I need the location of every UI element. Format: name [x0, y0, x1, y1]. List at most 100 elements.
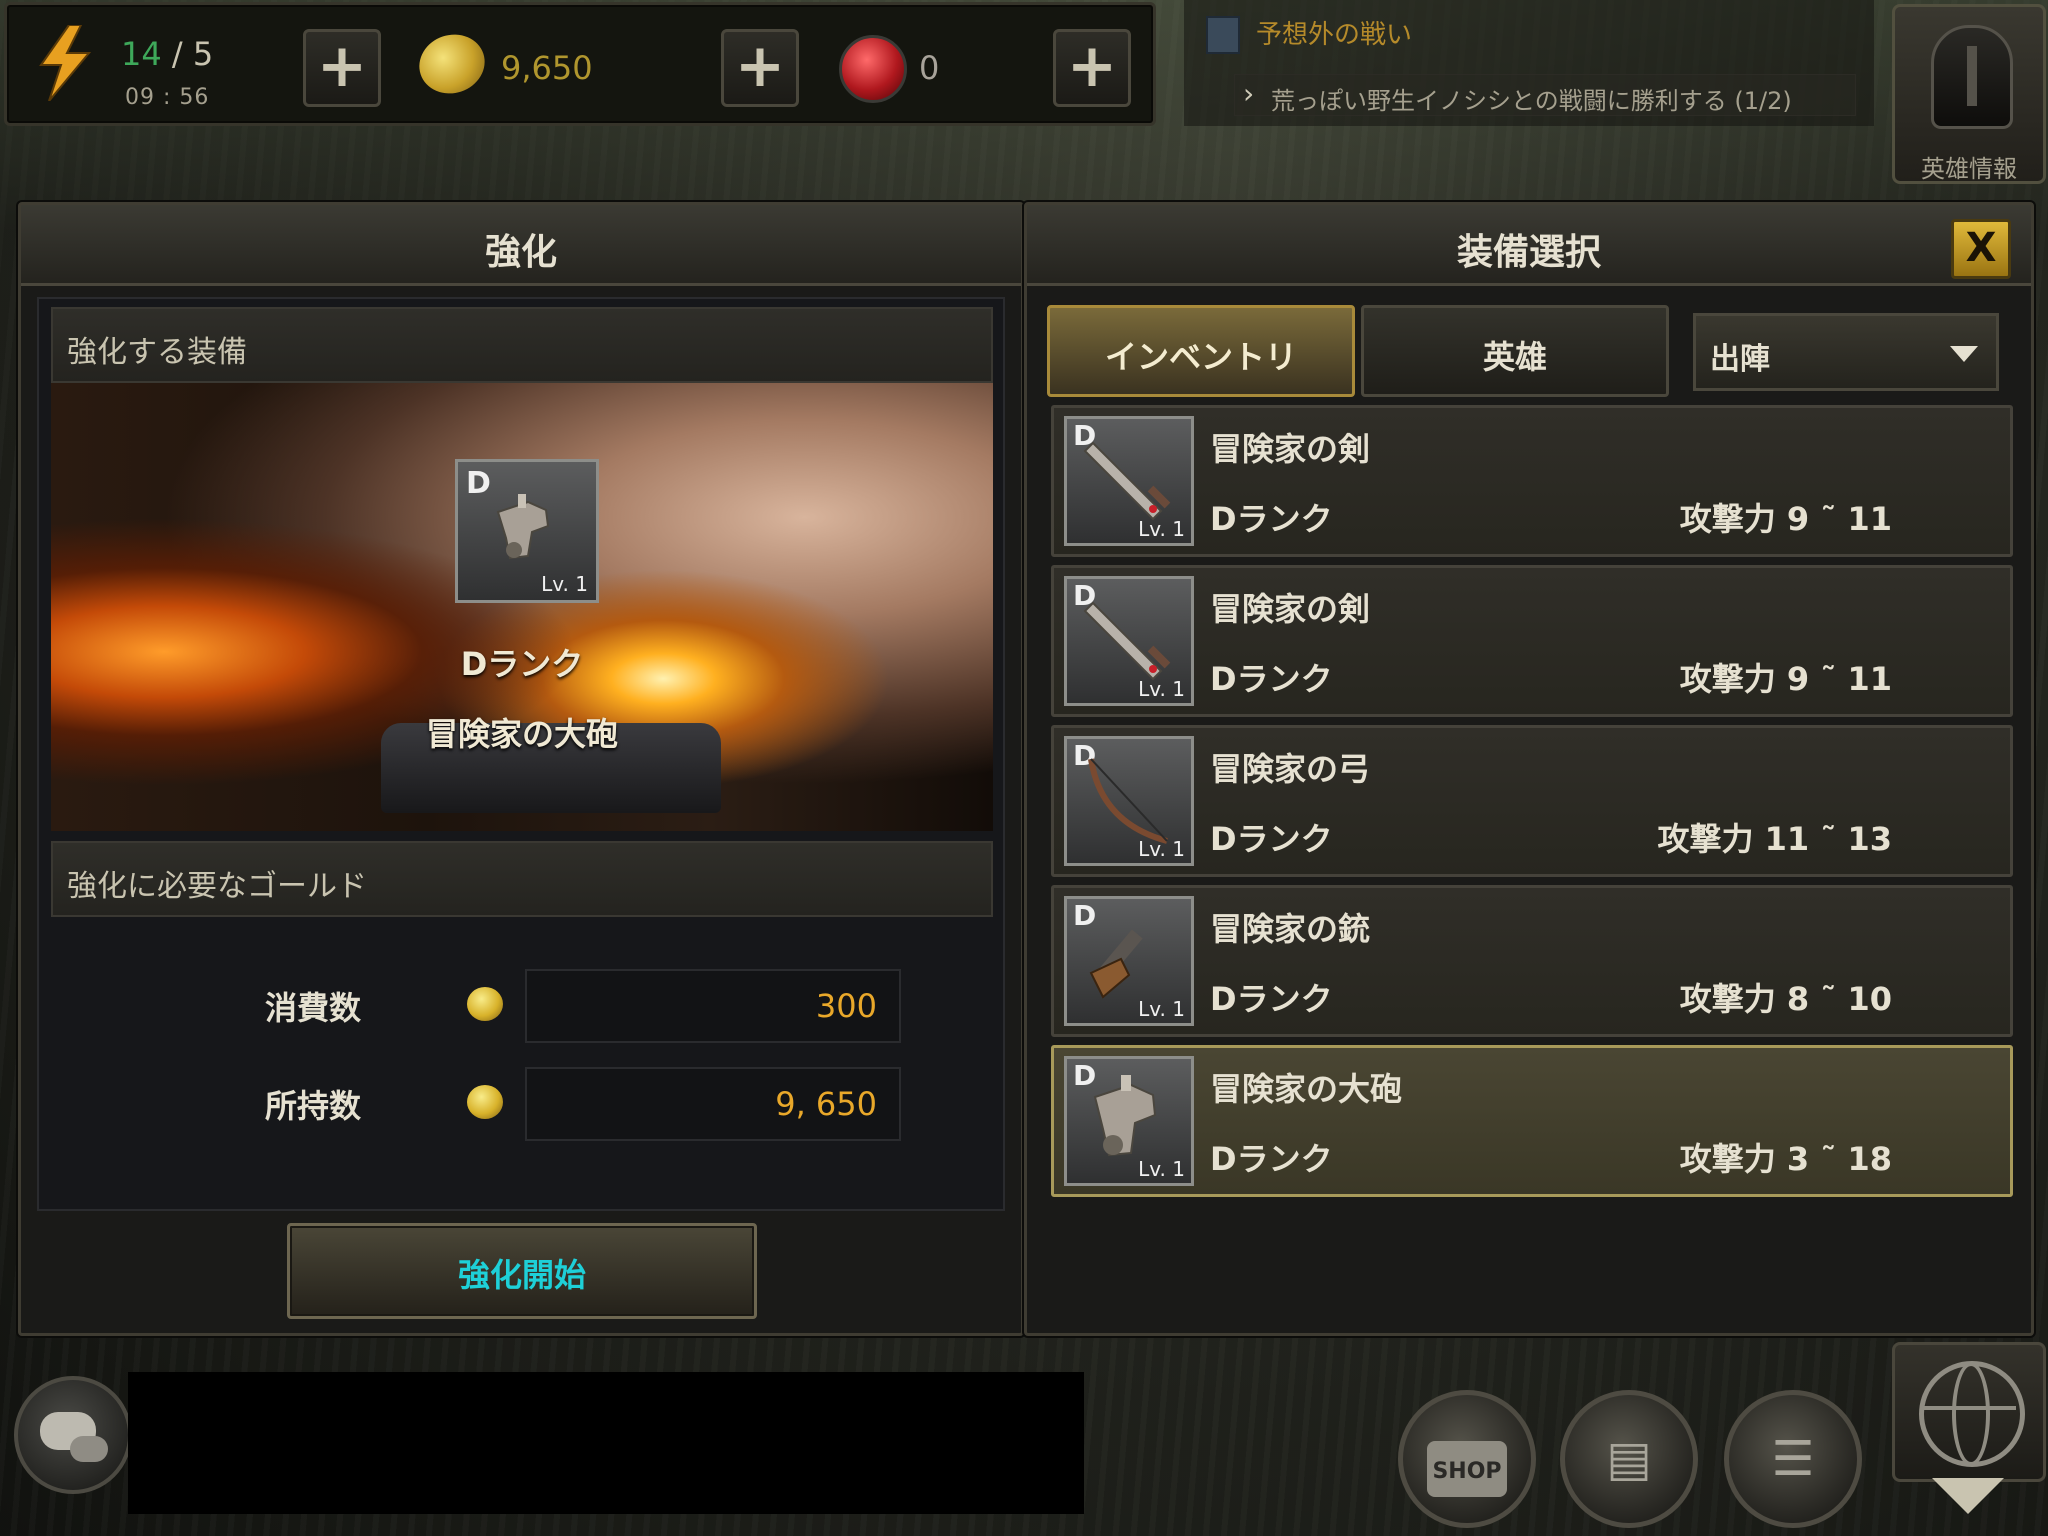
item-thumbnail: D Lv. 1 — [1064, 1056, 1194, 1186]
gold-coin-icon — [467, 987, 503, 1021]
tab-inventory-label: インベントリ — [1104, 338, 1297, 376]
pistol-icon — [1089, 929, 1143, 999]
filter-selected: 出陣 — [1710, 342, 1770, 377]
item-name: 冒険家の大砲 — [1210, 1070, 1403, 1108]
menu-icon: ☰ — [1771, 1431, 1815, 1487]
add-gem-button[interactable]: + — [1053, 29, 1131, 107]
quest-title: 予想外の戦い — [1256, 20, 1413, 50]
owned-label: 所持数 — [265, 1087, 362, 1125]
resource-bar: 14 / 5 09 : 56 + 9,650 + 0 + — [4, 2, 1156, 126]
item-name: 冒険家の剣 — [1210, 590, 1371, 628]
item-level: Lv. 1 — [1138, 837, 1185, 861]
start-enhance-button[interactable]: 強化開始 — [287, 1223, 757, 1319]
item-name: 冒険家の銃 — [1210, 910, 1371, 948]
equip-row-selected[interactable]: D Lv. 1 冒険家の大砲 Dランク 攻撃力 3 ˜ 18 — [1051, 1045, 2013, 1197]
gem-amount: 0 — [919, 49, 940, 87]
item-thumbnail: D Lv. 1 — [1064, 896, 1194, 1026]
expand-down-icon[interactable] — [1932, 1478, 2004, 1514]
gold-amount: 9,650 — [501, 49, 593, 87]
helmet-icon — [1931, 25, 2013, 129]
hero-info-label: 英雄情報 — [1921, 155, 2017, 183]
close-button[interactable]: X — [1951, 219, 2011, 279]
menu-button[interactable]: ☰ — [1724, 1390, 1862, 1528]
enhance-panel-header: 強化 — [21, 205, 1021, 286]
section-header-gold: 強化に必要なゴールド — [51, 841, 993, 917]
item-rank: Dランク — [1210, 500, 1333, 538]
section-gold-label: 強化に必要なゴールド — [67, 869, 367, 904]
item-rank: Dランク — [1210, 660, 1333, 698]
equip-row[interactable]: D Lv. 1 冒険家の銃 Dランク 攻撃力 8 ˜ 10 — [1051, 885, 2013, 1037]
ruby-gem-icon — [839, 35, 907, 103]
quest-tracker[interactable]: 予想外の戦い › 荒っぽい野生イノシシとの戦闘に勝利する (1/2) — [1184, 0, 1874, 126]
chat-log[interactable] — [128, 1372, 1084, 1514]
enhance-item-rank: Dランク — [460, 645, 584, 683]
equip-panel-title: 装備選択 — [1456, 232, 1601, 273]
item-level: Lv. 1 — [541, 572, 588, 596]
enhance-panel: 強化 強化する装備 D Lv. 1 Dランク 冒険家の大砲 強化に必要なゴールド… — [18, 202, 1024, 1336]
owned-value: 9, 650 — [775, 1085, 877, 1123]
shop-label: SHOP — [1432, 1459, 1502, 1484]
stamina-current: 14 — [121, 35, 162, 73]
equip-row[interactable]: D Lv. 1 冒険家の弓 Dランク 攻撃力 11 ˜ 13 — [1051, 725, 2013, 877]
quest-objective-text: 荒っぽい野生イノシシとの戦闘に勝利する (1/2) — [1271, 87, 1792, 115]
chat-button[interactable] — [14, 1376, 132, 1494]
equip-row[interactable]: D Lv. 1 冒険家の剣 Dランク 攻撃力 9 ˜ 11 — [1051, 565, 2013, 717]
item-level: Lv. 1 — [1138, 517, 1185, 541]
item-thumbnail: D Lv. 1 — [1064, 736, 1194, 866]
add-gold-button[interactable]: + — [721, 29, 799, 107]
stamina-separator: / — [161, 35, 193, 73]
item-level: Lv. 1 — [1138, 997, 1185, 1021]
item-attack: 攻撃力 8 ˜ 10 — [1679, 980, 1892, 1018]
enhance-item-slot[interactable]: D Lv. 1 — [455, 459, 599, 603]
enhance-content: 強化する装備 D Lv. 1 Dランク 冒険家の大砲 強化に必要なゴールド 消費… — [37, 297, 1005, 1211]
item-attack: 攻撃力 9 ˜ 11 — [1679, 660, 1892, 698]
chevron-right-icon: › — [1243, 77, 1255, 110]
stamina-timer: 09 : 56 — [125, 85, 210, 110]
forge-illustration: D Lv. 1 Dランク 冒険家の大砲 — [51, 383, 993, 831]
section-header-equip: 強化する装備 — [51, 307, 993, 383]
document-icon: ▤ — [1606, 1431, 1652, 1487]
cost-value: 300 — [815, 987, 877, 1025]
quest-objective[interactable]: › 荒っぽい野生イノシシとの戦闘に勝利する (1/2) — [1234, 74, 1856, 116]
item-rank: Dランク — [1210, 820, 1333, 858]
quest-log-button[interactable]: ▤ — [1560, 1390, 1698, 1528]
shop-button[interactable]: SHOP — [1398, 1390, 1536, 1528]
item-level: Lv. 1 — [1138, 677, 1185, 701]
item-attack: 攻撃力 9 ˜ 11 — [1679, 500, 1892, 538]
item-attack: 攻撃力 3 ˜ 18 — [1679, 1140, 1892, 1178]
equip-panel-header: 装備選択 X — [1027, 205, 2031, 286]
tab-hero[interactable]: 英雄 — [1361, 305, 1669, 397]
owned-value-field: 9, 650 — [525, 1067, 901, 1141]
hero-info-button[interactable]: 英雄情報 — [1892, 4, 2046, 184]
tab-hero-label: 英雄 — [1482, 338, 1547, 376]
sword-icon — [1083, 441, 1171, 521]
item-thumbnail: D Lv. 1 — [1064, 576, 1194, 706]
enhance-item-name: 冒険家の大砲 — [425, 715, 618, 753]
quest-scroll-icon — [1206, 16, 1240, 54]
equip-row[interactable]: D Lv. 1 冒険家の剣 Dランク 攻撃力 9 ˜ 11 — [1051, 405, 2013, 557]
globe-icon — [1919, 1361, 2025, 1467]
stamina-counter: 14 / 5 — [121, 35, 213, 73]
stamina-max: 5 — [192, 35, 214, 73]
stamina-bolt-icon — [39, 25, 92, 101]
item-level: Lv. 1 — [1138, 1157, 1185, 1181]
item-name: 冒険家の弓 — [1210, 750, 1371, 788]
item-attack: 攻撃力 11 ˜ 13 — [1657, 820, 1893, 858]
equip-select-panel: 装備選択 X インベントリ 英雄 出陣 D Lv. 1 冒険家の剣 Dランク 攻… — [1024, 202, 2034, 1336]
gold-coin-icon — [467, 1085, 503, 1119]
gold-coin-icon — [411, 26, 493, 102]
sword-icon — [1083, 601, 1171, 681]
bow-icon — [1088, 758, 1168, 844]
cannon-icon — [496, 494, 550, 560]
item-thumbnail: D Lv. 1 — [1064, 416, 1194, 546]
enhance-panel-title: 強化 — [484, 232, 557, 273]
item-rank: Dランク — [1210, 980, 1333, 1018]
start-enhance-label: 強化開始 — [457, 1256, 586, 1294]
chevron-down-icon — [1950, 346, 1978, 362]
tab-inventory[interactable]: インベントリ — [1047, 305, 1355, 397]
section-equip-label: 強化する装備 — [67, 335, 247, 370]
add-stamina-button[interactable]: + — [303, 29, 381, 107]
item-rank: Dランク — [1210, 1140, 1333, 1178]
world-map-button[interactable] — [1892, 1342, 2046, 1482]
filter-dropdown[interactable]: 出陣 — [1693, 313, 1999, 391]
